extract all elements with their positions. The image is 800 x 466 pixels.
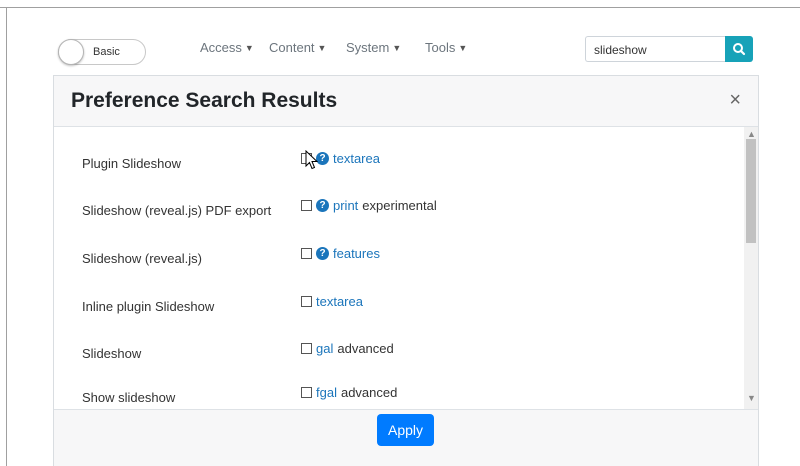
help-icon[interactable]: ? [316, 199, 329, 212]
pref-value: fgal advanced [301, 385, 397, 400]
pref-tag: experimental [362, 198, 437, 213]
window-border-top [0, 7, 800, 8]
pref-row: Slideshow (reveal.js) PDF export ? print… [54, 198, 744, 251]
preference-search-modal: Preference Search Results × Plugin Slide… [53, 75, 759, 466]
nav-system[interactable]: System ▼ [346, 40, 401, 55]
pref-tag: advanced [337, 341, 394, 356]
pref-row: Slideshow gal advanced [54, 341, 744, 394]
pref-row: Plugin Slideshow ? textarea [54, 151, 744, 204]
pref-link[interactable]: textarea [316, 294, 363, 309]
nav-tools-label: Tools [425, 40, 456, 55]
apply-button[interactable]: Apply [377, 414, 434, 446]
pref-value: textarea [301, 294, 367, 309]
toggle-knob[interactable] [58, 39, 84, 65]
toggle-label: Basic [93, 46, 120, 58]
pref-link[interactable]: gal [316, 341, 333, 356]
caret-down-icon: ▼ [244, 43, 254, 53]
modal-scrollbar[interactable]: ▲ ▼ [744, 127, 758, 409]
pref-checkbox[interactable] [301, 200, 312, 211]
caret-down-icon: ▼ [458, 43, 468, 53]
pref-row: Inline plugin Slideshow textarea [54, 294, 744, 347]
pref-row: Show slideshow fgal advanced [54, 385, 744, 409]
nav-content-label: Content [269, 40, 315, 55]
nav-system-label: System [346, 40, 390, 55]
scroll-up-icon[interactable]: ▲ [747, 129, 756, 139]
pref-label: Show slideshow [82, 390, 176, 405]
caret-down-icon: ▼ [392, 43, 402, 53]
caret-down-icon: ▼ [317, 43, 327, 53]
pref-label: Inline plugin Slideshow [82, 299, 215, 314]
modal-body: Plugin Slideshow ? textarea Slideshow (r… [54, 127, 758, 409]
pref-tag: advanced [340, 385, 398, 400]
pref-label: Slideshow (reveal.js) [82, 251, 202, 266]
modal-footer: Apply [54, 409, 758, 466]
search-button[interactable] [725, 36, 753, 62]
pref-checkbox[interactable] [301, 248, 312, 259]
pref-row: Slideshow (reveal.js) ? features [54, 246, 744, 299]
pref-value: ? print experimental [301, 198, 437, 213]
mouse-pointer-icon [305, 150, 318, 170]
pref-label: Plugin Slideshow [82, 156, 182, 171]
search-icon [733, 43, 746, 56]
nav-tools[interactable]: Tools ▼ [425, 40, 467, 55]
nav-access[interactable]: Access ▼ [200, 40, 254, 55]
help-icon[interactable]: ? [316, 247, 329, 260]
pref-link[interactable]: features [333, 246, 380, 261]
pref-checkbox[interactable] [301, 387, 312, 398]
window-border-left [6, 7, 7, 466]
nav-content[interactable]: Content ▼ [269, 40, 326, 55]
pref-label: Slideshow (reveal.js) PDF export [82, 203, 272, 218]
scroll-down-icon[interactable]: ▼ [747, 393, 756, 403]
pref-checkbox[interactable] [301, 296, 312, 307]
pref-link[interactable]: textarea [333, 151, 380, 166]
close-icon[interactable]: × [729, 90, 741, 110]
pref-link[interactable]: fgal [316, 385, 337, 400]
search-input[interactable]: slideshow [585, 36, 725, 62]
pref-checkbox[interactable] [301, 343, 312, 354]
nav-access-label: Access [200, 40, 242, 55]
basic-advanced-toggle[interactable]: Basic [58, 39, 146, 65]
pref-value: ? features [301, 246, 384, 261]
modal-title: Preference Search Results [71, 89, 338, 112]
search-input-value: slideshow [594, 43, 647, 57]
pref-label: Slideshow [82, 346, 142, 361]
pref-value: gal advanced [301, 341, 394, 356]
modal-header: Preference Search Results × [54, 76, 758, 127]
pref-link[interactable]: print [333, 198, 358, 213]
scrollbar-thumb[interactable] [746, 139, 756, 243]
